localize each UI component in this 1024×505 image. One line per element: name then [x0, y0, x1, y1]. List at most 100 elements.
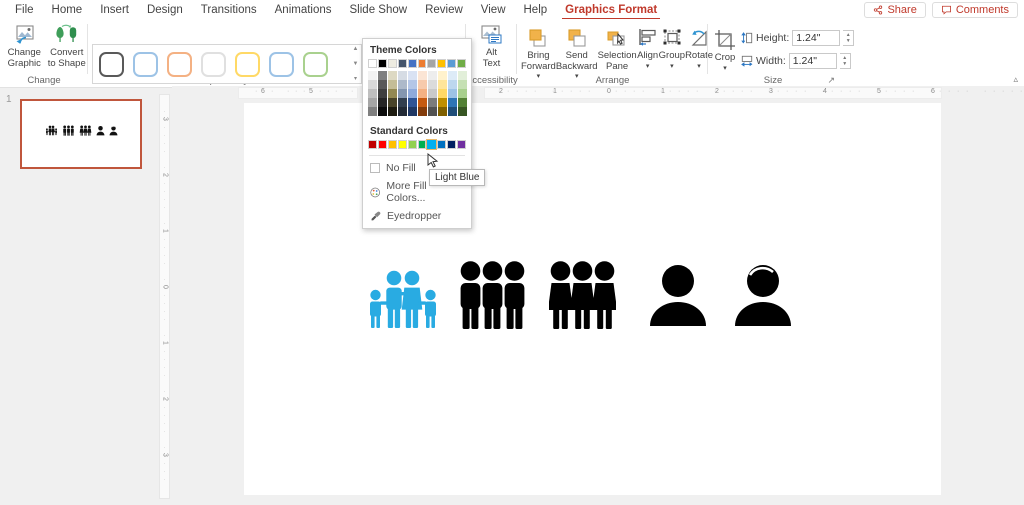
- width-input[interactable]: 1.24": [789, 53, 837, 69]
- theme-color-swatch[interactable]: [388, 59, 397, 68]
- alt-text-button[interactable]: Alt Text: [470, 20, 514, 69]
- theme-color-variant-swatch[interactable]: [408, 89, 417, 98]
- height-input[interactable]: 1.24": [792, 30, 840, 46]
- theme-color-variant-swatch[interactable]: [448, 71, 457, 80]
- theme-color-swatch[interactable]: [427, 59, 436, 68]
- style-swatch[interactable]: [167, 52, 192, 77]
- stepper-down-icon[interactable]: ▼: [846, 38, 851, 44]
- comments-button[interactable]: Comments: [932, 2, 1018, 18]
- theme-color-variant-swatch[interactable]: [458, 71, 467, 80]
- theme-color-variant-swatch[interactable]: [438, 71, 447, 80]
- slide-thumbnail-1[interactable]: [20, 99, 142, 169]
- gallery-scroll-controls[interactable]: ▲ ▼ ▾: [350, 44, 362, 84]
- shape-person-bust-hair[interactable]: [734, 263, 792, 330]
- theme-color-variant-swatch[interactable]: [418, 80, 427, 89]
- theme-color-swatch[interactable]: [378, 59, 387, 68]
- standard-color-swatch[interactable]: [368, 140, 377, 149]
- share-button[interactable]: Share: [864, 2, 925, 18]
- shape-family-of-four[interactable]: [366, 268, 440, 333]
- tab-graphics-format[interactable]: Graphics Format: [556, 0, 666, 20]
- standard-color-swatch[interactable]: [398, 140, 407, 149]
- gallery-scroll-up-icon[interactable]: ▲: [353, 46, 359, 52]
- theme-color-variant-swatch[interactable]: [378, 80, 387, 89]
- theme-color-variant-swatch[interactable]: [438, 98, 447, 107]
- style-swatch[interactable]: [269, 52, 294, 77]
- standard-color-swatch[interactable]: [378, 140, 387, 149]
- theme-color-variant-swatch[interactable]: [458, 107, 467, 116]
- theme-color-variant-swatch[interactable]: [368, 80, 377, 89]
- theme-color-swatch[interactable]: [408, 59, 417, 68]
- theme-color-variant-swatch[interactable]: [388, 89, 397, 98]
- group-button[interactable]: Group ▾: [659, 23, 685, 72]
- theme-color-variant-swatch[interactable]: [418, 107, 427, 116]
- theme-color-variant-swatch[interactable]: [368, 98, 377, 107]
- theme-color-variant-swatch[interactable]: [418, 98, 427, 107]
- theme-color-variant-swatch[interactable]: [448, 89, 457, 98]
- theme-color-variant-swatch[interactable]: [408, 107, 417, 116]
- height-stepper[interactable]: ▲▼: [843, 30, 854, 46]
- width-stepper[interactable]: ▲▼: [840, 53, 851, 69]
- theme-color-variant-swatch[interactable]: [368, 89, 377, 98]
- style-swatch[interactable]: [303, 52, 328, 77]
- theme-color-variant-swatch[interactable]: [398, 89, 407, 98]
- tab-transitions[interactable]: Transitions: [192, 0, 266, 20]
- theme-color-variant-swatch[interactable]: [368, 71, 377, 80]
- tab-help[interactable]: Help: [515, 0, 557, 20]
- chevron-down-icon[interactable]: ▾: [646, 62, 650, 73]
- collapse-ribbon-button[interactable]: ▵: [1013, 74, 1018, 85]
- tab-home[interactable]: Home: [43, 0, 92, 20]
- standard-color-swatch[interactable]: [388, 140, 397, 149]
- tab-slide-show[interactable]: Slide Show: [341, 0, 417, 20]
- gallery-scroll-down-icon[interactable]: ▼: [353, 61, 359, 67]
- theme-color-variant-swatch[interactable]: [448, 107, 457, 116]
- convert-to-shape-button[interactable]: Convert to Shape: [46, 20, 89, 69]
- chevron-down-icon[interactable]: ▾: [670, 62, 674, 73]
- theme-color-variant-swatch[interactable]: [438, 80, 447, 89]
- theme-color-swatch[interactable]: [368, 59, 377, 68]
- shape-three-women[interactable]: [549, 260, 616, 333]
- standard-color-swatch[interactable]: [408, 140, 417, 149]
- theme-color-variant-swatch[interactable]: [428, 80, 437, 89]
- theme-color-variant-swatch[interactable]: [448, 98, 457, 107]
- theme-color-variant-swatch[interactable]: [378, 71, 387, 80]
- tab-review[interactable]: Review: [416, 0, 472, 20]
- theme-color-variant-swatch[interactable]: [398, 80, 407, 89]
- change-graphic-button[interactable]: Change Graphic: [3, 20, 46, 69]
- tab-design[interactable]: Design: [138, 0, 192, 20]
- theme-color-variant-swatch[interactable]: [378, 98, 387, 107]
- theme-color-swatch[interactable]: [398, 59, 407, 68]
- theme-color-variant-swatch[interactable]: [428, 98, 437, 107]
- theme-color-variant-swatch[interactable]: [398, 71, 407, 80]
- theme-color-swatch[interactable]: [418, 59, 427, 68]
- theme-color-variant-swatch[interactable]: [388, 107, 397, 116]
- send-backward-button[interactable]: Send Backward ▾: [556, 23, 598, 83]
- style-swatch[interactable]: [201, 52, 226, 77]
- theme-color-variant-swatch[interactable]: [448, 80, 457, 89]
- horizontal-ruler[interactable]: 65·········· 210123456··················…: [172, 86, 1024, 100]
- theme-color-variant-swatch[interactable]: [458, 98, 467, 107]
- theme-color-variant-swatch[interactable]: [398, 98, 407, 107]
- chevron-down-icon[interactable]: ▾: [697, 62, 701, 73]
- theme-color-variant-swatch[interactable]: [438, 107, 447, 116]
- theme-color-variant-swatch[interactable]: [418, 89, 427, 98]
- tab-view[interactable]: View: [472, 0, 515, 20]
- eyedropper-item[interactable]: Eyedropper: [363, 207, 471, 225]
- theme-color-swatch[interactable]: [457, 59, 466, 68]
- tab-insert[interactable]: Insert: [91, 0, 138, 20]
- align-button[interactable]: Align ▾: [637, 23, 659, 72]
- theme-color-swatch[interactable]: [447, 59, 456, 68]
- stepper-down-icon[interactable]: ▼: [842, 61, 847, 67]
- selection-pane-button[interactable]: Selection Pane: [598, 23, 637, 72]
- standard-color-swatch[interactable]: [447, 140, 456, 149]
- theme-color-variant-swatch[interactable]: [398, 107, 407, 116]
- theme-color-variant-swatch[interactable]: [388, 80, 397, 89]
- standard-color-swatch[interactable]: [427, 140, 436, 149]
- chevron-down-icon[interactable]: ▾: [723, 64, 727, 75]
- tab-file[interactable]: File: [6, 0, 43, 20]
- theme-color-variant-swatch[interactable]: [408, 98, 417, 107]
- theme-color-variant-swatch[interactable]: [428, 107, 437, 116]
- size-dialog-launcher[interactable]: ↗: [827, 75, 835, 86]
- theme-color-variant-swatch[interactable]: [378, 89, 387, 98]
- shape-person-bust[interactable]: [649, 263, 707, 330]
- theme-color-variant-swatch[interactable]: [458, 89, 467, 98]
